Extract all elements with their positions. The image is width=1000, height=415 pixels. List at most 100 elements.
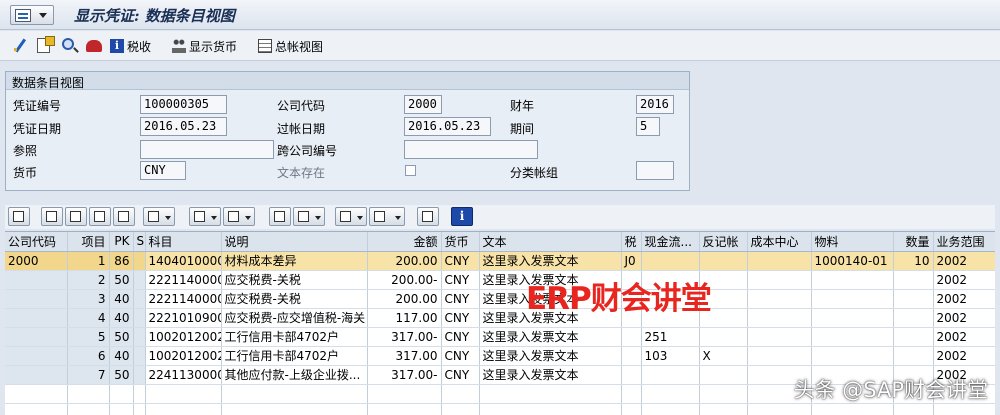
company-code-field[interactable]: 2000 <box>404 95 442 114</box>
table-cell[interactable]: CNY <box>441 327 480 347</box>
table-cell[interactable]: J0 <box>621 251 642 271</box>
table-cell[interactable] <box>5 289 68 309</box>
table-cell[interactable] <box>641 251 700 271</box>
table-cell[interactable] <box>641 365 700 385</box>
table-cell[interactable]: 这里录入发票文本 <box>479 346 622 366</box>
chart-button[interactable] <box>417 207 439 226</box>
table-cell[interactable] <box>133 327 146 347</box>
table-cell[interactable] <box>133 289 146 309</box>
table-cell[interactable]: 6 <box>67 346 110 366</box>
table-cell[interactable] <box>133 346 146 366</box>
table-cell[interactable]: CNY <box>441 251 480 271</box>
column-header[interactable]: 数量 <box>893 232 934 252</box>
table-cell[interactable] <box>811 289 894 309</box>
export-button[interactable] <box>335 207 367 226</box>
table-cell[interactable]: 1002012002 <box>145 346 222 366</box>
table-cell[interactable]: 2241130000 <box>145 365 222 385</box>
table-cell[interactable]: 其他应付款-上级企业拨... <box>221 365 368 385</box>
table-cell[interactable]: 10 <box>893 251 934 271</box>
column-header[interactable]: 公司代码 <box>5 232 68 252</box>
table-cell[interactable] <box>893 308 934 328</box>
table-cell[interactable]: 1 <box>67 251 110 271</box>
table-cell[interactable]: 40 <box>109 308 134 328</box>
table-cell[interactable]: 2002 <box>933 346 995 366</box>
total-button[interactable] <box>189 207 221 226</box>
table-cell[interactable] <box>747 346 812 366</box>
cross-company-field[interactable] <box>404 140 538 159</box>
hat-icon[interactable] <box>86 40 102 52</box>
table-cell[interactable]: 2002 <box>933 308 995 328</box>
column-header[interactable]: 物料 <box>811 232 894 252</box>
table-cell[interactable]: 1404010000 <box>145 251 222 271</box>
table-cell[interactable]: 工行信用卡部4702户 <box>221 346 368 366</box>
table-cell[interactable]: 50 <box>109 327 134 347</box>
table-cell[interactable] <box>133 365 146 385</box>
table-cell[interactable] <box>747 270 812 290</box>
table-cell[interactable]: 103 <box>641 346 700 366</box>
table-cell[interactable]: 2221140000 <box>145 289 222 309</box>
table-cell[interactable] <box>133 270 146 290</box>
table-cell[interactable]: 材料成本差异 <box>221 251 368 271</box>
table-cell[interactable] <box>5 346 68 366</box>
table-cell[interactable] <box>893 346 934 366</box>
table-cell[interactable]: 317.00- <box>367 327 442 347</box>
detail-button[interactable] <box>8 207 30 226</box>
find-next-button[interactable] <box>113 207 135 226</box>
table-cell[interactable]: 50 <box>109 365 134 385</box>
table-cell[interactable]: 200.00 <box>367 251 442 271</box>
table-cell[interactable]: 这里录入发票文本 <box>479 327 622 347</box>
table-row[interactable]: 3 40 2221140000 应交税费-关税 200.00 CNY 这里录入发票文本 200… <box>5 289 995 309</box>
ledger-group-field[interactable] <box>636 161 674 180</box>
layout-button[interactable] <box>369 207 405 226</box>
table-cell[interactable]: 317.00- <box>367 365 442 385</box>
period-field[interactable]: 5 <box>636 117 660 136</box>
table-cell[interactable]: 117.00 <box>367 308 442 328</box>
table-cell[interactable]: 50 <box>109 270 134 290</box>
table-row[interactable]: 2 50 2221140000 应交税费-关税 200.00- CNY 这里录入发票文本 20… <box>5 270 995 290</box>
table-cell[interactable] <box>747 289 812 309</box>
table-cell[interactable]: 2002 <box>933 327 995 347</box>
column-header[interactable]: 货币 <box>441 232 480 252</box>
table-cell[interactable]: 工行信用卡部4702户 <box>221 327 368 347</box>
table-cell[interactable] <box>5 270 68 290</box>
table-cell[interactable] <box>747 308 812 328</box>
subtotal-button[interactable] <box>223 207 255 226</box>
table-cell[interactable]: 2221140000 <box>145 270 222 290</box>
table-cell[interactable]: 2002 <box>933 270 995 290</box>
table-cell[interactable]: 3 <box>67 289 110 309</box>
table-cell[interactable]: 应交税费-关税 <box>221 270 368 290</box>
column-header[interactable]: 反记帐 <box>699 232 748 252</box>
column-header[interactable]: S <box>133 232 146 252</box>
text-exists-checkbox[interactable] <box>405 165 416 176</box>
table-cell[interactable]: CNY <box>441 346 480 366</box>
table-cell[interactable] <box>699 365 748 385</box>
display-currency-button[interactable]: 显示货币 <box>172 36 237 56</box>
table-cell[interactable]: 200.00- <box>367 270 442 290</box>
document-icon[interactable] <box>37 36 55 53</box>
table-cell[interactable]: CNY <box>441 289 480 309</box>
edit-icon[interactable] <box>12 38 28 54</box>
column-header[interactable]: 文本 <box>479 232 622 252</box>
table-cell[interactable]: 7 <box>67 365 110 385</box>
filter-button[interactable] <box>143 207 175 226</box>
table-row[interactable]: 6 40 1002012002 工行信用卡部4702户 317.00 CNY 这里录入发票文… <box>5 346 995 366</box>
table-cell[interactable]: 1000140-01 <box>811 251 894 271</box>
column-header[interactable]: 现金流... <box>641 232 700 252</box>
table-row[interactable]: 4 40 2221010900 应交税费-应交增值税-海关 117.00 CNY 这里录入发… <box>5 308 995 328</box>
sort-ascending-button[interactable] <box>41 207 63 226</box>
table-cell[interactable]: 317.00 <box>367 346 442 366</box>
column-header[interactable]: 成本中心 <box>747 232 812 252</box>
table-cell[interactable]: 这里录入发票文本 <box>479 365 622 385</box>
column-header[interactable]: 科目 <box>145 232 222 252</box>
table-cell[interactable]: 2002 <box>933 289 995 309</box>
table-cell[interactable] <box>747 327 812 347</box>
table-cell[interactable]: 40 <box>109 289 134 309</box>
table-cell[interactable]: X <box>699 346 748 366</box>
table-cell[interactable] <box>5 327 68 347</box>
table-cell[interactable] <box>5 365 68 385</box>
table-cell[interactable] <box>811 327 894 347</box>
table-cell[interactable] <box>133 251 146 271</box>
table-row[interactable]: 2000 1 86 1404010000 材料成本差异 200.00 CNY 这里录入发票文本… <box>5 251 995 271</box>
table-cell[interactable] <box>893 327 934 347</box>
table-cell[interactable]: 2002 <box>933 251 995 271</box>
